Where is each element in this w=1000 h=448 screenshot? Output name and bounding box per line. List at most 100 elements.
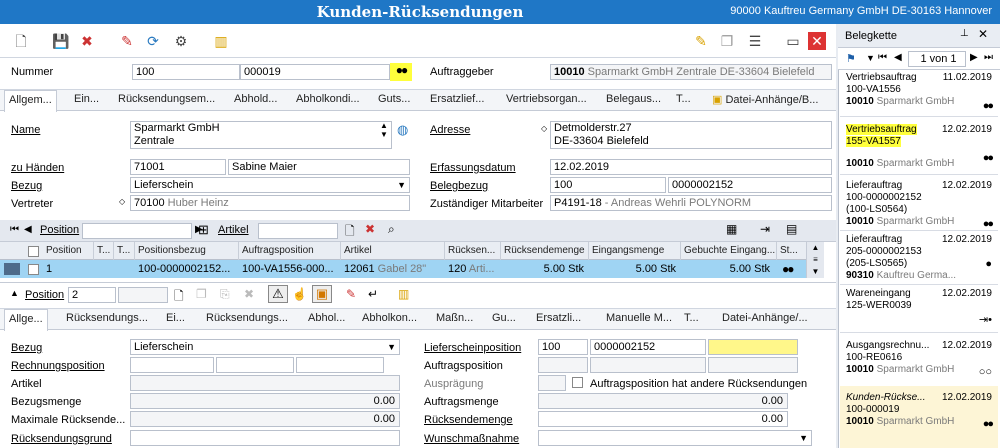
ap-other-checkbox[interactable] xyxy=(572,377,583,388)
col-artikel[interactable]: Artikel xyxy=(344,245,372,256)
col-status[interactable]: St... xyxy=(780,245,798,256)
search-icon[interactable]: ⌕ xyxy=(388,222,395,237)
tab-ersatzlief[interactable]: Ersatzlief... xyxy=(430,93,484,105)
ruecksendemenge-input[interactable]: 0.00 xyxy=(538,411,788,427)
grid-scrollbar[interactable]: ▲ ≡ ▼ xyxy=(806,242,824,278)
chain-card-0[interactable]: Vertriebsauftrag 11.02.2019 100-VA1556 10… xyxy=(846,72,996,112)
chain-card-5[interactable]: Ausgangsrechnu... 12.02.2019 100-RE0616 1… xyxy=(846,340,996,378)
tab-ein[interactable]: Ein... xyxy=(74,93,99,105)
save-position-icon[interactable]: ▣ xyxy=(312,285,332,303)
grid-artikel-input[interactable] xyxy=(258,223,338,239)
pos-tab-datei-anhaenge[interactable]: Datei-Anhänge/... xyxy=(722,312,808,324)
belegbezug-input-1[interactable]: 100 xyxy=(550,177,666,193)
bezug-select[interactable]: Lieferschein ▼ xyxy=(130,177,410,193)
tab-vertriebsorgan[interactable]: Vertriebsorgan... xyxy=(506,93,587,105)
col-position[interactable]: Position xyxy=(46,245,82,256)
nav-prev-icon[interactable]: ◀ xyxy=(24,224,32,235)
wunschmassnahme-select[interactable]: ▼ xyxy=(538,430,812,446)
panel-close-icon[interactable]: ✕ xyxy=(978,27,988,41)
expand-icon[interactable]: ▲ xyxy=(10,288,19,298)
name-scroll-icon[interactable]: ▲ ▼ xyxy=(380,121,388,139)
tab-ruecksendungsem[interactable]: Rücksendungsem... xyxy=(118,93,215,105)
thumb-icon[interactable]: ☝ xyxy=(292,287,307,301)
delete-icon[interactable]: ✖ xyxy=(76,30,98,52)
zustaendig-nr[interactable]: P4191-18 xyxy=(554,197,602,209)
pos-tab-gu[interactable]: Gu... xyxy=(492,312,516,324)
col-t1[interactable]: T... xyxy=(97,245,110,256)
vertreter-nr[interactable]: 70100 xyxy=(134,197,165,209)
col-eingangsmenge[interactable]: Eingangsmenge xyxy=(592,245,664,256)
status-dots-icon[interactable]: ●● xyxy=(390,63,412,81)
layout-icon[interactable]: ▤ xyxy=(786,222,797,236)
last-page-icon[interactable]: ⏭ xyxy=(984,52,993,63)
prev-page-icon[interactable]: ◀ xyxy=(894,52,902,63)
pos-tab-ersatzli[interactable]: Ersatzli... xyxy=(536,312,581,324)
select-all-checkbox[interactable] xyxy=(28,246,39,257)
col-ruecksendemenge[interactable]: Rücksendemenge xyxy=(504,245,585,256)
pin-icon[interactable]: ⊥ xyxy=(960,28,969,39)
nav-first-icon[interactable]: ⏮ xyxy=(10,224,19,235)
tab-abhold[interactable]: Abhold... xyxy=(234,93,277,105)
belegbezug-input-2[interactable]: 0000002152 xyxy=(668,177,832,193)
row-selector[interactable] xyxy=(4,263,20,275)
nummer-input[interactable]: 100 xyxy=(132,64,240,80)
copy-position-icon[interactable]: ❐ xyxy=(196,287,207,301)
tree-icon[interactable]: ⚑ xyxy=(846,52,856,65)
grid-position-input[interactable] xyxy=(82,223,192,239)
globe-icon[interactable]: ◍ xyxy=(397,122,408,138)
row-checkbox[interactable] xyxy=(28,264,39,275)
pos-tab-allgemein[interactable]: Allge... xyxy=(4,309,48,331)
delete-row-icon[interactable]: ✖ xyxy=(365,222,375,236)
lsp-input-2[interactable]: 0000002152 xyxy=(590,339,706,355)
edit-position-icon[interactable]: ✎ xyxy=(346,287,356,301)
warning-icon[interactable]: ⚠ xyxy=(268,285,288,303)
copy-icon[interactable]: ❐ xyxy=(716,30,738,52)
chain-card-3[interactable]: Lieferauftrag 12.02.2019 205-0000002153 (… xyxy=(846,234,996,284)
chevron-down-icon[interactable]: ▼ xyxy=(866,53,875,63)
tools-icon[interactable]: ⚙ xyxy=(170,30,192,52)
new-position-icon[interactable]: 🗋 xyxy=(174,287,184,308)
first-page-icon[interactable]: ⏮ xyxy=(878,52,887,63)
pos-input[interactable]: 2 xyxy=(68,287,116,303)
pos-tab-ruecksendungs-2[interactable]: Rücksendungs... xyxy=(206,312,288,324)
note-icon[interactable]: ✎ xyxy=(690,30,712,52)
tab-guts[interactable]: Guts... xyxy=(378,93,410,105)
pos-tab-manuelle[interactable]: Manuelle M... xyxy=(606,312,672,324)
lsp-input-3[interactable] xyxy=(708,339,798,355)
pos-tab-massn[interactable]: Maßn... xyxy=(436,312,473,324)
rechnungsposition-input-3[interactable] xyxy=(296,357,384,373)
paste-position-icon[interactable]: ⎘ xyxy=(220,287,230,302)
zuhaenden-name-input[interactable]: Sabine Maier xyxy=(228,159,410,175)
detail-bezug-select[interactable]: Lieferschein ▼ xyxy=(130,339,400,355)
new-row-icon[interactable]: 🗋 xyxy=(345,222,355,243)
zuhaenden-nr-input[interactable]: 71001 xyxy=(130,159,226,175)
pos-tab-abholkon[interactable]: Abholkon... xyxy=(362,312,417,324)
chain-card-1[interactable]: Vertriebsauftrag 12.02.2019 155-VA1557 10… xyxy=(846,124,996,169)
list-icon[interactable]: ☰ xyxy=(744,30,766,52)
rechnungsposition-input-2[interactable] xyxy=(216,357,294,373)
name-line2[interactable]: Zentrale xyxy=(134,135,391,148)
tab-abholkondi[interactable]: Abholkondi... xyxy=(296,93,360,105)
chain-card-2[interactable]: Lieferauftrag 12.02.2019 100-0000002152 (… xyxy=(846,180,996,230)
col-gebuchte-eingang[interactable]: Gebuchte Eingang... xyxy=(684,245,775,256)
chain-card-4[interactable]: Wareneingang 12.02.2019 125-WER0039 ⇥• xyxy=(846,288,996,326)
erfassungsdatum-input[interactable]: 12.02.2019 xyxy=(550,159,832,175)
nummer-input-2[interactable]: 000019 xyxy=(240,64,390,80)
rechnungsposition-input-1[interactable] xyxy=(130,357,214,373)
pos-tab-ruecksendungs-1[interactable]: Rücksendungs... xyxy=(66,312,148,324)
window-icon[interactable]: ▭ xyxy=(782,30,804,52)
pos-tab-ei[interactable]: Ei... xyxy=(166,312,185,324)
close-icon[interactable]: ✕ xyxy=(808,32,826,50)
grid-settings-icon[interactable]: ⊞ xyxy=(198,222,209,238)
chain-card-6[interactable]: Kunden-Rückse... 12.02.2019 100-000019 10… xyxy=(846,392,996,430)
col-auftragsposition[interactable]: Auftragsposition xyxy=(242,245,314,256)
adresse-line2[interactable]: DE-33604 Bielefeld xyxy=(554,135,831,148)
chart-icon[interactable]: ▥ xyxy=(210,30,232,52)
save-icon[interactable]: 💾 xyxy=(50,30,72,52)
tab-datei-anhaenge[interactable]: ▣ Datei-Anhänge/B... xyxy=(712,93,818,106)
col-ruecksen[interactable]: Rücksen... xyxy=(448,245,495,256)
table-row[interactable]: 1 100-0000002152... 100-VA1556-000... 12… xyxy=(0,260,806,278)
calendar-icon[interactable]: ▦ xyxy=(726,222,737,236)
tab-belegaus[interactable]: Belegaus... xyxy=(606,93,661,105)
enter-icon[interactable]: ↵ xyxy=(368,287,378,301)
